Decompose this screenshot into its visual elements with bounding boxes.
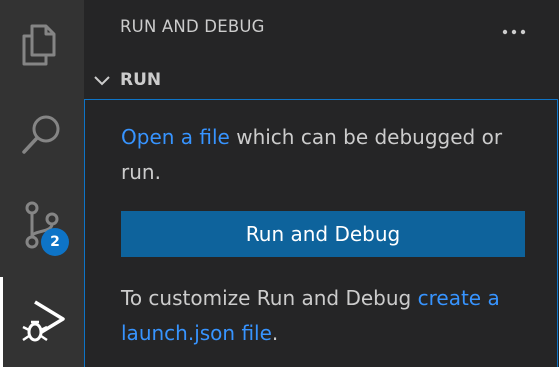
run-debug-icon	[21, 297, 67, 347]
open-file-message: Open a file which can be debugged or run…	[121, 120, 531, 190]
files-icon	[20, 22, 64, 68]
activity-source-control[interactable]	[0, 180, 84, 270]
activity-run-and-debug[interactable]	[0, 277, 84, 367]
run-and-debug-button[interactable]: Run and Debug	[121, 211, 525, 257]
more-actions-button[interactable]	[498, 15, 530, 43]
source-control-badge: 2	[41, 228, 69, 256]
run-section-title: RUN	[120, 70, 162, 90]
run-and-debug-sidebar: RUN AND DEBUG RUN Open a file which can …	[84, 0, 559, 367]
open-file-link[interactable]: Open a file	[121, 125, 230, 149]
run-section-header[interactable]: RUN	[84, 64, 559, 98]
activity-search[interactable]	[0, 90, 84, 180]
run-section-body: Open a file which can be debugged or run…	[84, 99, 558, 367]
view-title: RUN AND DEBUG	[120, 17, 265, 36]
search-icon	[20, 112, 64, 158]
activity-bar: 2	[0, 0, 84, 367]
activity-explorer[interactable]	[0, 0, 84, 90]
customize-message-end: .	[271, 321, 279, 345]
customize-message: To customize Run and Debug create a laun…	[121, 281, 531, 351]
ellipsis-icon	[502, 20, 526, 39]
customize-message-text: To customize Run and Debug	[121, 286, 418, 310]
chevron-down-icon	[93, 73, 111, 92]
